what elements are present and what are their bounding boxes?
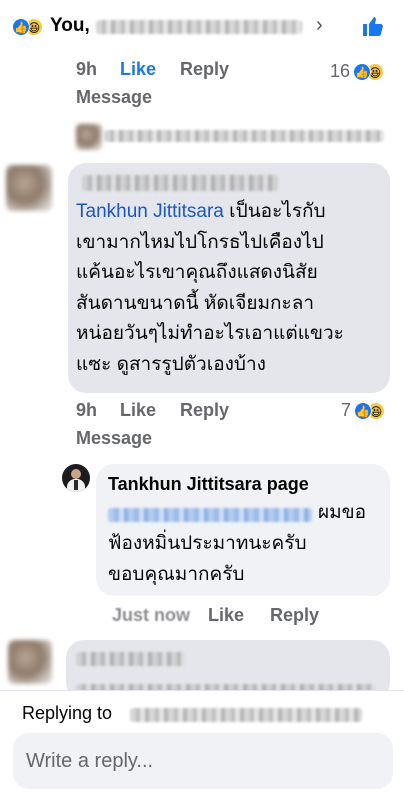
comment-1-line-6: แซะ ดูสารรูปตัวเองบ้าง	[76, 354, 266, 375]
reply-1-time: Just now	[112, 605, 191, 625]
like-reaction-icon: 👍	[353, 62, 372, 81]
reply-1-actions: Just now Like Reply	[0, 605, 404, 633]
comment-1-like-button[interactable]: Like	[120, 400, 156, 421]
replying-to-label: Replying to	[22, 703, 113, 723]
comment-1-line-2: เขามากไหมไปโกรธไปเคืองไป	[76, 232, 324, 253]
comment-0-message-button[interactable]: Message	[76, 87, 152, 108]
reply-1-like-button[interactable]: Like	[208, 605, 244, 626]
avatar[interactable]	[6, 165, 52, 211]
redacted-reactor-names	[96, 20, 302, 34]
comment-1-reply-button[interactable]: Reply	[180, 400, 229, 421]
redacted-reply-preview[interactable]	[104, 130, 384, 142]
redacted-mention[interactable]	[108, 508, 312, 522]
reply-1-line-3: ขอบคุณมากครับ	[108, 564, 245, 585]
comment-0-like-button[interactable]: Like	[120, 59, 156, 80]
reply-1-line-2: ฟ้องหมิ่นประมาทนะครับ	[108, 533, 307, 554]
page-avatar[interactable]	[62, 464, 90, 492]
avatar[interactable]	[76, 124, 102, 150]
reply-input[interactable]	[13, 733, 393, 789]
comment-1-line-1: Tankhun Jittitsara เป็นอะไรกับ	[76, 201, 326, 222]
comment-1-line-3: แค้นอะไรเขาคุณถึงแสดงนิสัย	[76, 262, 318, 283]
comment-1-line-4: สันดานขนาดนี้ หัดเจียมกะลา	[76, 293, 315, 314]
reply-1-line-1: ผมขอ	[318, 502, 367, 523]
reply-composer: Replying to	[0, 690, 404, 808]
reply-1-bubble: Tankhun Jittitsara page ผมขอ ฟ้องหมิ่นปร…	[96, 464, 390, 596]
redacted-author-name[interactable]	[82, 175, 278, 191]
comment-0-reactions[interactable]: 16 👍 😆	[330, 61, 385, 82]
top-reaction-row: 👍 😆 You, ›	[0, 0, 404, 56]
comment-1-time: 9h	[76, 400, 98, 420]
comment-1-line-5: หน่อยวันๆไม่ทำอะไรเอาแต่แขวะ	[76, 323, 344, 344]
top-reaction-icons: 👍 😆	[12, 18, 43, 36]
redacted-author-name[interactable]	[76, 652, 186, 666]
avatar[interactable]	[8, 640, 52, 684]
comment-1-reaction-count: 7	[341, 400, 352, 420]
mention-link[interactable]: Tankhun Jittitsara	[76, 201, 224, 222]
like-reaction-icon: 👍	[354, 401, 373, 420]
reply-1-reply-button[interactable]: Reply	[270, 605, 319, 626]
comment-0-reply-button[interactable]: Reply	[180, 59, 229, 80]
comment-1-reactions[interactable]: 7 👍 😆	[341, 400, 386, 421]
comment-0-time: 9h	[76, 59, 98, 79]
reactor-names-label[interactable]: You,	[50, 15, 90, 37]
like-thumb-icon[interactable]	[360, 14, 386, 38]
reply-1-author[interactable]: Tankhun Jittitsara page	[108, 474, 309, 495]
redacted-reply-target	[130, 708, 362, 722]
comment-0-reaction-count: 16	[330, 61, 351, 81]
comment-1-message-button[interactable]: Message	[76, 428, 152, 449]
like-reaction-icon: 👍	[12, 18, 30, 36]
chevron-right-icon[interactable]: ›	[316, 14, 323, 37]
